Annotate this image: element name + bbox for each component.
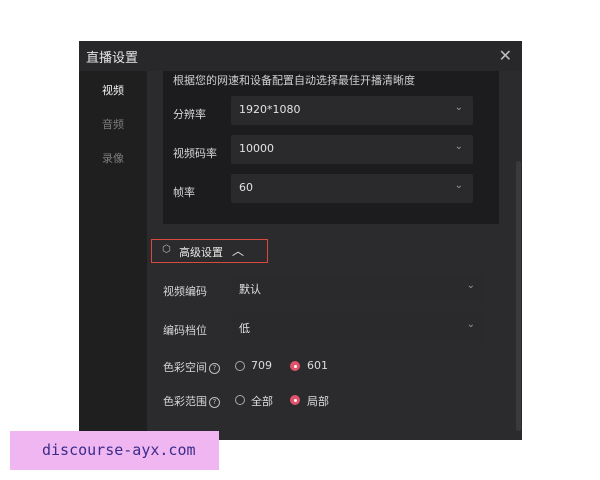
color-space-601-label: 601 — [307, 359, 328, 372]
frame-rate-value: 60 — [239, 181, 253, 194]
video-encoder-select[interactable]: 默认 ⌄ — [231, 274, 485, 302]
video-bitrate-value: 10000 — [239, 142, 274, 155]
frame-rate-label: 帧率 — [173, 186, 195, 199]
color-range-full-label: 全部 — [251, 395, 273, 408]
hexagon-settings-icon: ⬡ — [162, 244, 171, 255]
video-bitrate-select[interactable]: 10000 ⌄ — [231, 135, 473, 164]
basic-settings-panel: 根据您的网速和设备配置自动选择最佳开播清晰度 分辨率 1920*1080 ⌄ 视… — [163, 71, 499, 224]
encoder-preset-label: 编码档位 — [163, 324, 207, 337]
help-icon[interactable]: ? — [209, 397, 220, 408]
resolution-select[interactable]: 1920*1080 ⌄ — [231, 96, 473, 125]
frame-rate-select[interactable]: 60 ⌄ — [231, 174, 473, 203]
chevron-down-icon: ⌄ — [454, 141, 463, 152]
color-range-partial-radio[interactable] — [290, 395, 300, 405]
chevron-down-icon: ⌄ — [466, 319, 475, 330]
color-space-label-text: 色彩空间 — [163, 361, 207, 374]
advanced-settings-toggle[interactable]: ⬡ 高级设置 ︿ — [151, 239, 268, 263]
settings-sidebar: 视频 音频 录像 — [79, 71, 147, 440]
chevron-up-icon: ︿ — [232, 244, 245, 258]
title-bar: 直播设置 ✕ — [79, 41, 522, 71]
encoder-preset-select[interactable]: 低 ⌄ — [231, 313, 485, 341]
content-scrollbar[interactable] — [516, 161, 521, 431]
chevron-down-icon: ⌄ — [454, 180, 463, 191]
chevron-down-icon: ⌄ — [466, 280, 475, 291]
encoder-preset-value: 低 — [239, 322, 250, 335]
resolution-value: 1920*1080 — [239, 103, 301, 116]
advanced-settings-label: 高级设置 — [179, 246, 223, 259]
color-range-partial-label: 局部 — [307, 395, 329, 408]
color-range-label: 色彩范围? — [163, 393, 220, 409]
color-range-full-radio[interactable] — [235, 395, 245, 405]
video-encoder-label: 视频编码 — [163, 285, 207, 298]
dialog-title: 直播设置 — [86, 51, 139, 66]
color-space-709-label: 709 — [251, 359, 272, 372]
live-settings-dialog: 直播设置 ✕ 视频 音频 录像 根据您的网速和设备配置自动选择最佳开播清晰度 分… — [79, 41, 522, 440]
help-icon[interactable]: ? — [209, 363, 220, 374]
watermark-text: discourse-ayx.com — [42, 441, 196, 459]
video-encoder-value: 默认 — [239, 283, 261, 296]
sidebar-item-video[interactable]: 视频 — [79, 82, 147, 98]
video-bitrate-label: 视频码率 — [173, 147, 217, 160]
sidebar-item-audio[interactable]: 音频 — [79, 116, 147, 132]
color-range-label-text: 色彩范围 — [163, 395, 207, 408]
color-space-709-radio[interactable] — [235, 361, 245, 371]
chevron-down-icon: ⌄ — [454, 102, 463, 113]
watermark-banner: discourse-ayx.com — [10, 431, 219, 470]
close-icon[interactable]: ✕ — [499, 46, 512, 65]
auto-quality-hint: 根据您的网速和设备配置自动选择最佳开播清晰度 — [173, 74, 415, 87]
color-space-601-radio[interactable] — [290, 361, 300, 371]
resolution-label: 分辨率 — [173, 108, 206, 121]
color-space-label: 色彩空间? — [163, 359, 220, 375]
sidebar-item-recording[interactable]: 录像 — [79, 150, 147, 166]
